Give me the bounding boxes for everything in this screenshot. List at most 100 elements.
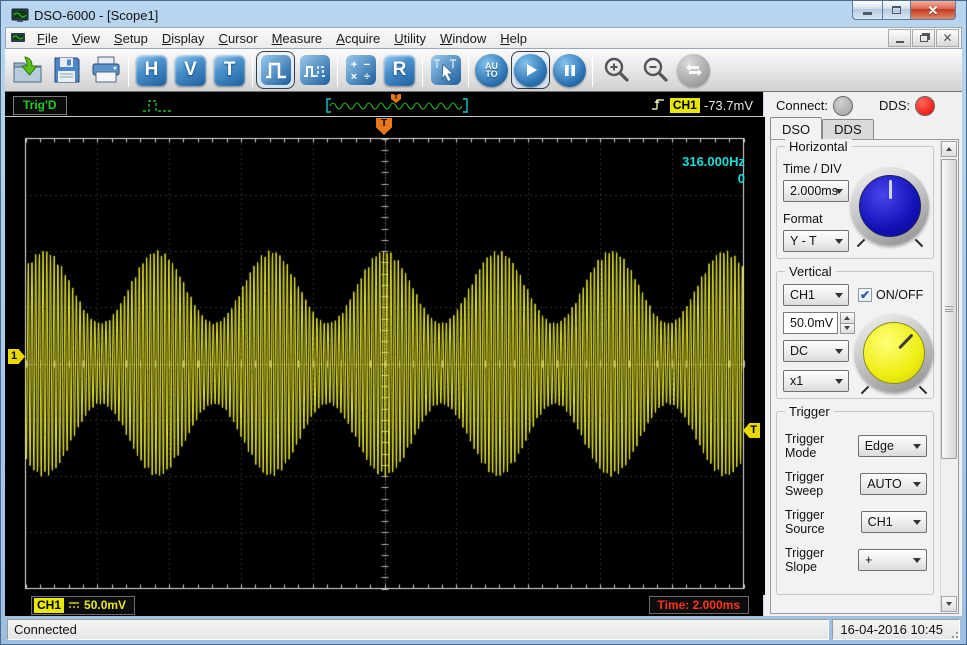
reference-button[interactable]: R	[380, 51, 419, 89]
mdi-close-button[interactable]: ✕	[936, 29, 959, 47]
scope-canvas[interactable]	[5, 117, 765, 595]
open-folder-icon	[12, 55, 44, 85]
menu-help[interactable]: Help	[493, 29, 534, 48]
onoff-checkbox[interactable]: ✔	[858, 288, 872, 302]
channel-badge: CH1	[34, 598, 64, 613]
math-button[interactable]: +−×÷	[341, 51, 380, 89]
tab-dds[interactable]: DDS	[822, 119, 873, 139]
menu-utility[interactable]: Utility	[387, 29, 433, 48]
frequency-readout: 316.000Hz 0	[682, 153, 745, 187]
window-title: DSO-6000 - [Scope1]	[34, 8, 158, 23]
autoset-button[interactable]: AUTO	[472, 51, 511, 89]
spinner-down-button[interactable]	[840, 324, 856, 335]
trigger-setup-label: T	[214, 55, 245, 86]
app-icon	[11, 8, 29, 23]
title-bar: DSO-6000 - [Scope1] ✕	[5, 1, 962, 27]
control-panel: Connect: DDS: DSO DDS Horizontal Time / …	[763, 92, 962, 616]
scrollbar-thumb[interactable]	[941, 159, 957, 459]
coupling-select[interactable]: DC	[783, 340, 849, 362]
pause-button[interactable]	[550, 51, 589, 89]
single-pulse-button[interactable]	[256, 51, 295, 89]
waveform-preview[interactable]: T	[325, 97, 469, 114]
menu-measure[interactable]: Measure	[265, 29, 330, 48]
app-window: DSO-6000 - [Scope1] ✕ FileViewSetupDispl…	[0, 0, 967, 645]
zoom-out-button[interactable]	[635, 51, 674, 89]
probe-select[interactable]: x1	[783, 370, 849, 392]
channel-select[interactable]: CH1	[783, 284, 849, 306]
vertical-knob[interactable]	[855, 314, 933, 392]
close-icon: ✕	[928, 4, 939, 17]
vertical-setup-label: V	[175, 55, 206, 86]
mdi-minimize-button[interactable]	[888, 29, 911, 47]
format-value: Y - T	[790, 234, 817, 248]
close-button[interactable]: ✕	[910, 1, 956, 20]
scope-status-bar: Trig'D T CH1	[5, 94, 763, 117]
trigger-sweep-select[interactable]: AUTO	[860, 473, 927, 495]
cursor-icon	[431, 55, 461, 85]
toolbar-separator	[252, 53, 253, 87]
open-button[interactable]	[8, 51, 47, 89]
trigger-row: Trigger SourceCH1	[785, 508, 927, 536]
scope-display[interactable]: T 1 T 316.000Hz 0	[5, 117, 763, 595]
volts-div-value: 50.0mV	[783, 312, 838, 334]
panel-tabs: DSO DDS	[770, 118, 959, 139]
trigger-mode-select[interactable]: Edge	[858, 435, 927, 457]
time-scale-value: Time: 2.000ms	[649, 596, 750, 614]
minimize-button[interactable]	[852, 1, 882, 20]
chevron-down-icon	[835, 189, 843, 198]
scroll-down-button[interactable]	[941, 596, 957, 612]
cursor-measure-button[interactable]	[426, 51, 465, 89]
reference-label: R	[384, 55, 415, 86]
pause-icon	[553, 54, 586, 87]
menu-display[interactable]: Display	[155, 29, 212, 48]
zoom-in-button[interactable]	[596, 51, 635, 89]
save-button[interactable]	[47, 51, 86, 89]
trigger-slope-icon	[651, 97, 666, 113]
math-icon: +−×÷	[346, 55, 376, 85]
volts-div-spinner[interactable]: 50.0mV	[783, 312, 855, 334]
panel-scrollbar[interactable]	[940, 141, 957, 612]
svg-text:−: −	[363, 59, 369, 71]
menu-cursor[interactable]: Cursor	[212, 29, 265, 48]
time-div-select[interactable]: 2.000ms	[783, 180, 849, 202]
format-select[interactable]: Y - T	[783, 230, 849, 252]
menu-view[interactable]: View	[65, 29, 107, 48]
channel-onoff[interactable]: ✔ ON/OFF	[858, 288, 923, 302]
scope-scale-bar: CH1 50.0mV Time: 2.000ms	[5, 595, 763, 615]
chevron-down-icon	[913, 482, 921, 491]
chevron-down-icon	[835, 349, 843, 358]
print-button[interactable]	[86, 51, 125, 89]
horizontal-group: Horizontal Time / DIV 2.000ms Format Y -…	[776, 146, 934, 259]
trigger-sweep-label: Trigger Sweep	[785, 470, 860, 498]
menu-file[interactable]: File	[30, 29, 65, 48]
run-button[interactable]	[511, 51, 550, 89]
trigger-mode-label: Trigger Mode	[785, 432, 858, 460]
tab-dso[interactable]: DSO	[770, 117, 822, 139]
maximize-button[interactable]	[882, 1, 910, 20]
svg-text:÷: ÷	[363, 71, 369, 83]
mdi-restore-button[interactable]	[912, 29, 935, 47]
trigger-setup-button[interactable]: T	[210, 51, 249, 89]
trigger-source-select[interactable]: CH1	[861, 511, 927, 533]
menu-setup[interactable]: Setup	[107, 29, 155, 48]
trigger-status: Trig'D	[13, 96, 67, 115]
dc-coupling-icon	[68, 600, 80, 610]
zoom-in-icon	[601, 55, 631, 85]
double-pulse-button[interactable]	[295, 51, 334, 89]
chevron-down-icon	[913, 558, 921, 567]
toolbar-separator	[128, 53, 129, 87]
spinner-up-button[interactable]	[840, 312, 856, 324]
vertical-setup-button[interactable]: V	[171, 51, 210, 89]
zoom-out-icon	[640, 55, 670, 85]
svg-text:+: +	[350, 59, 356, 71]
chevron-down-icon	[913, 444, 921, 453]
horizontal-setup-button[interactable]: H	[132, 51, 171, 89]
resize-grip[interactable]	[948, 628, 958, 638]
pulse-icon	[261, 55, 291, 85]
scroll-up-button[interactable]	[941, 141, 957, 157]
dds-indicator	[915, 96, 935, 116]
menu-acquire[interactable]: Acquire	[329, 29, 387, 48]
menu-window[interactable]: Window	[433, 29, 493, 48]
horizontal-knob[interactable]	[851, 167, 929, 245]
trigger-slope-select[interactable]: +	[858, 549, 927, 571]
